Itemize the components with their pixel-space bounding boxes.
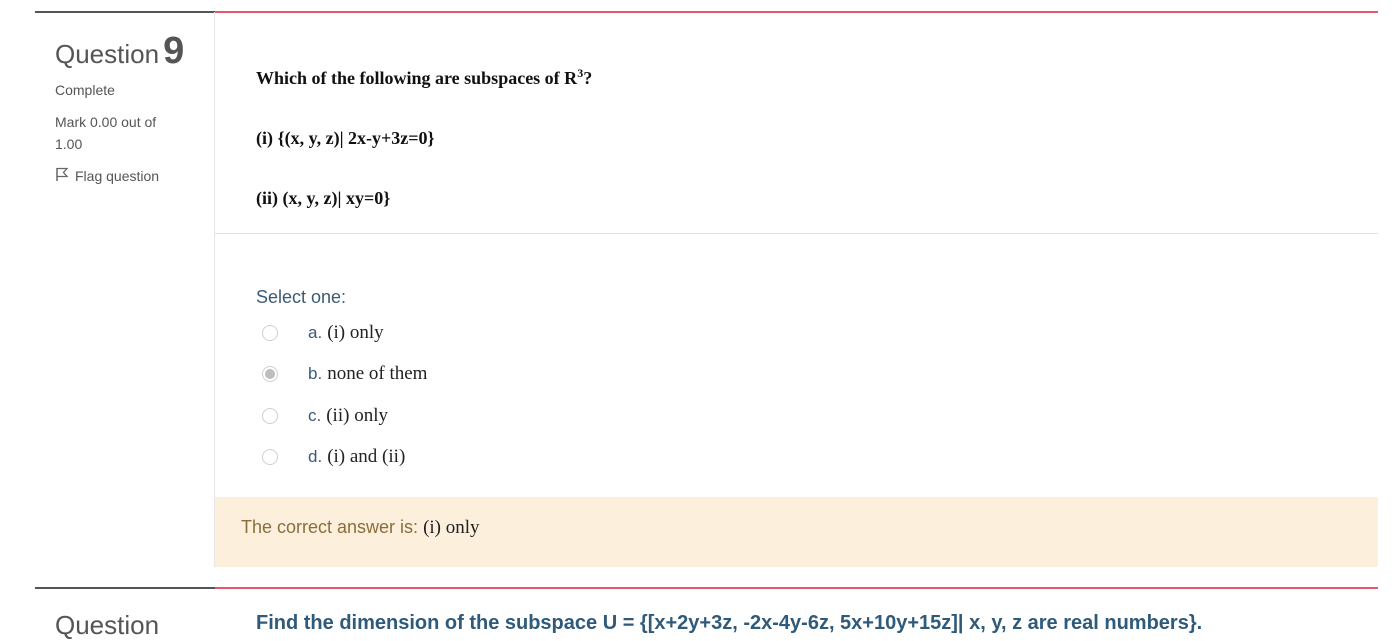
answer-option-a[interactable]: a. (i) only [262,322,384,344]
question-title: Question 9 [55,30,184,73]
correct-answer-feedback: The correct answer is: (i) only [241,517,480,539]
question-grade: Mark 0.00 out of 1.00 [55,111,156,155]
option-text-a: (i) only [327,322,384,343]
option-letter-b: b. [308,364,323,383]
content-left-border [214,12,215,567]
question-state: Complete [55,82,115,98]
flag-question-button[interactable]: Flag question [55,167,159,185]
option-letter-a: a. [308,323,323,342]
question-prompt: Which of the following are subspaces of … [256,66,592,89]
answer-option-b[interactable]: b. none of them [262,363,427,385]
question-10-info-top-rule [35,587,215,589]
option-text-c: (ii) only [326,405,388,426]
answer-option-c[interactable]: c. (ii) only [262,405,388,427]
option-text-d: (i) and (ii) [327,446,406,467]
radio-button-a[interactable] [262,325,278,341]
question-prompt-text: Which of the following are subspaces of … [256,68,578,88]
question-10-prompt: Find the dimension of the subspace U = {… [256,612,1203,634]
question-10-content-top-rule [215,587,1378,589]
flag-icon [55,167,69,185]
question-info-top-rule [35,11,215,13]
grade-line-1: Mark 0.00 out of [55,114,157,130]
option-text-b: none of them [327,363,428,384]
radio-button-d[interactable] [262,449,278,465]
option-letter-d: d. [308,447,323,466]
radio-button-c[interactable] [262,408,278,424]
answer-option-d[interactable]: d. (i) and (ii) [262,446,405,468]
question-prompt-end: ? [583,68,593,88]
question-info: Question 9 [55,30,184,73]
question-10-title: Question [55,610,160,640]
feedback-label: The correct answer is: [241,517,424,537]
prompt-answer-divider [215,233,1378,234]
question-number: 9 [163,30,185,72]
option-letter-c: c. [308,406,322,425]
question-content-top-rule [215,11,1378,13]
feedback-box: The correct answer is: (i) only [215,497,1378,567]
flag-question-label: Flag question [75,168,160,184]
statement-ii: (ii) (x, y, z)| xy=0} [256,188,391,208]
question-title-word: Question [55,39,160,69]
feedback-answer: (i) only [423,517,480,538]
select-one-label: Select one: [256,287,347,307]
radio-button-b[interactable] [262,366,278,382]
grade-line-2: 1.00 [55,136,83,152]
statement-i: (i) {(x, y, z)| 2x-y+3z=0} [256,128,435,148]
